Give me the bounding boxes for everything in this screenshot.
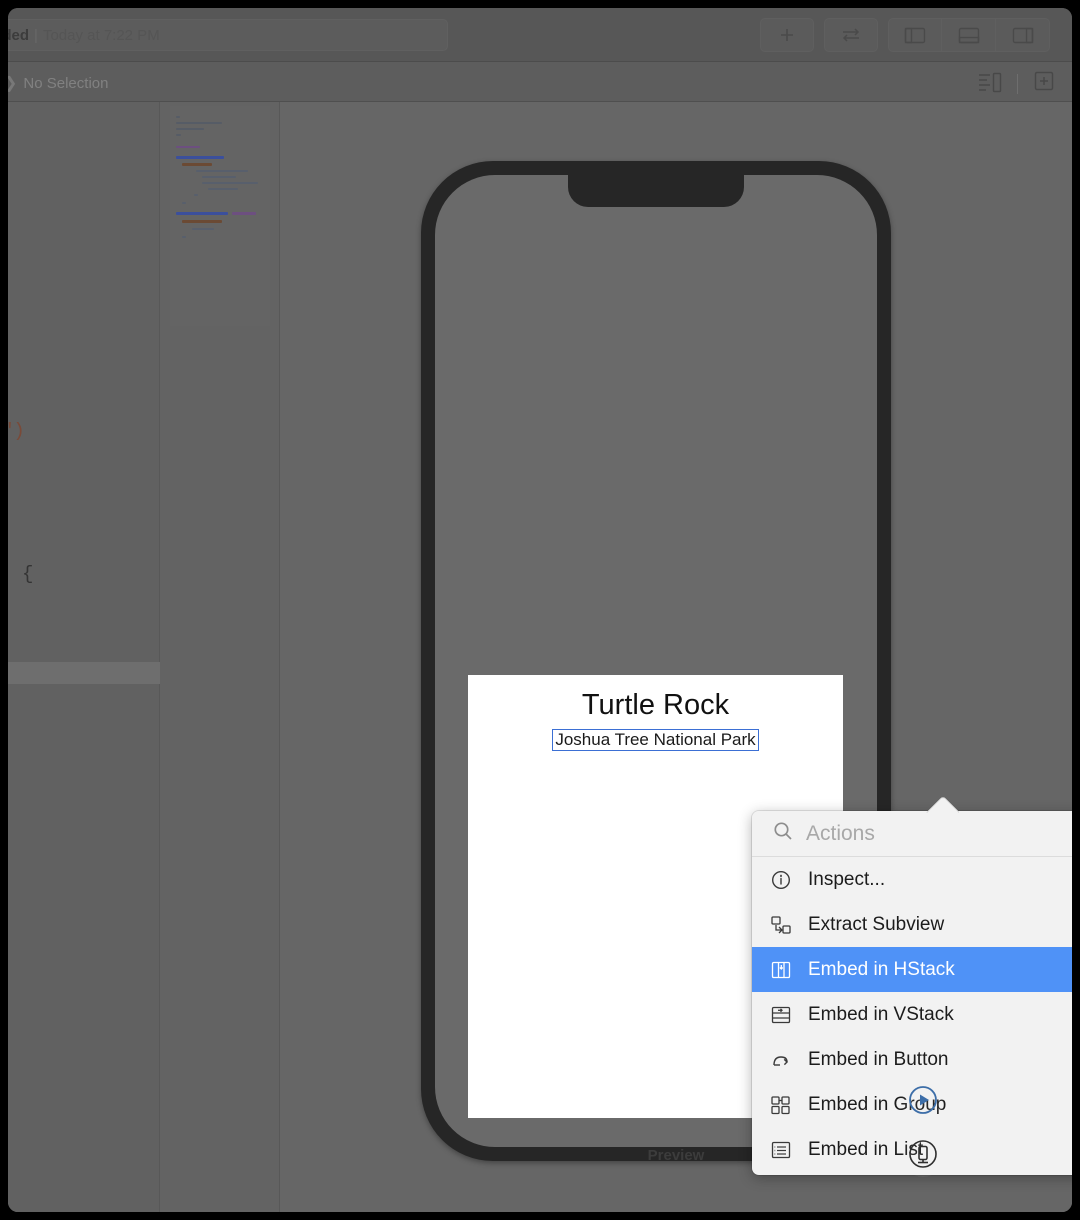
editor-options-button[interactable] xyxy=(977,69,1003,98)
jump-bar: ❯ No Selection xyxy=(8,62,1072,102)
debug-area-toggle-button[interactable] xyxy=(942,18,996,52)
swap-button[interactable] xyxy=(824,18,878,52)
menu-item-embed-in-button[interactable]: Embed in Button xyxy=(752,1037,1072,1082)
landmark-title: Turtle Rock xyxy=(581,689,730,721)
left-panel-icon xyxy=(903,26,927,45)
add-button[interactable] xyxy=(760,18,814,52)
layout-toggle-group xyxy=(888,18,1050,52)
navigator-toggle-button[interactable] xyxy=(888,18,942,52)
toolbar: cceeded | Today at 7:22 PM xyxy=(8,8,1072,62)
code-current-line-highlight xyxy=(8,662,160,684)
button-embed-icon xyxy=(766,1048,796,1072)
swap-arrows-icon xyxy=(839,25,863,45)
actions-search-row[interactable]: Actions xyxy=(752,811,1072,857)
live-preview-button[interactable] xyxy=(902,1081,944,1123)
xcode-window: cceeded | Today at 7:22 PM xyxy=(8,8,1072,1212)
minimap-document xyxy=(170,106,270,326)
source-editor-pane[interactable]: ") { xyxy=(8,102,160,1212)
code-fragment: { xyxy=(22,563,34,585)
menu-item-label: Embed in Button xyxy=(808,1048,949,1070)
vstack-icon xyxy=(766,1003,796,1027)
bottom-panel-icon xyxy=(957,26,981,45)
toolbar-right-buttons xyxy=(760,18,1050,52)
menu-item-label: Inspect... xyxy=(808,868,886,890)
landmark-subtitle-wrap: Joshua Tree National Park xyxy=(468,729,843,751)
screenshot-root: cceeded | Today at 7:22 PM xyxy=(0,0,1080,1220)
actions-search-placeholder: Actions xyxy=(806,821,875,845)
menu-item-inspect[interactable]: Inspect... xyxy=(752,857,1072,902)
group-embed-icon xyxy=(766,1093,796,1117)
play-circle-icon xyxy=(906,1083,940,1122)
inspector-toggle-button[interactable] xyxy=(996,18,1050,52)
preview-label: Preview xyxy=(647,1147,705,1164)
plus-icon xyxy=(777,25,797,45)
landmark-subtitle-selected[interactable]: Joshua Tree National Park xyxy=(552,729,759,751)
editor-body: ") { xyxy=(8,102,1072,1212)
add-editor-button[interactable] xyxy=(1032,69,1056,98)
code-fragment: ") xyxy=(8,420,25,442)
build-status-field[interactable]: cceeded | Today at 7:22 PM xyxy=(8,19,448,51)
hstack-icon xyxy=(766,958,796,982)
popover-caret xyxy=(925,796,959,813)
chevron-right-icon: ❯ xyxy=(8,73,17,93)
breadcrumb-selection-label: No Selection xyxy=(23,74,109,92)
menu-item-embed-in-hstack[interactable]: Embed in HStack xyxy=(752,947,1072,992)
extract-subview-icon xyxy=(766,913,796,937)
info-circle-icon xyxy=(766,868,796,892)
jump-bar-divider xyxy=(1017,73,1018,94)
build-status-separator: | xyxy=(34,26,38,44)
breadcrumb[interactable]: ❯ No Selection xyxy=(8,73,108,93)
build-status-result: cceeded xyxy=(8,26,30,44)
menu-item-extract-subview[interactable]: Extract Subview xyxy=(752,902,1072,947)
menu-item-embed-in-vstack[interactable]: Embed in VStack xyxy=(752,992,1072,1037)
menu-item-label: Embed in VStack xyxy=(808,1003,954,1025)
build-status-time: Today at 7:22 PM xyxy=(42,26,160,44)
actions-menu-list: Inspect... Extract Subview Embed in HSta… xyxy=(752,857,1072,1172)
menu-item-label: Embed in HStack xyxy=(808,958,955,980)
right-panel-icon xyxy=(1011,26,1035,45)
preview-canvas[interactable]: Turtle Rock Joshua Tree National Park Ac… xyxy=(280,102,1072,1212)
device-notch xyxy=(568,175,744,207)
code-minimap[interactable] xyxy=(160,102,280,1212)
menu-item-label: Extract Subview xyxy=(808,913,945,935)
jump-bar-right-buttons xyxy=(977,69,1056,98)
search-icon xyxy=(772,820,794,847)
